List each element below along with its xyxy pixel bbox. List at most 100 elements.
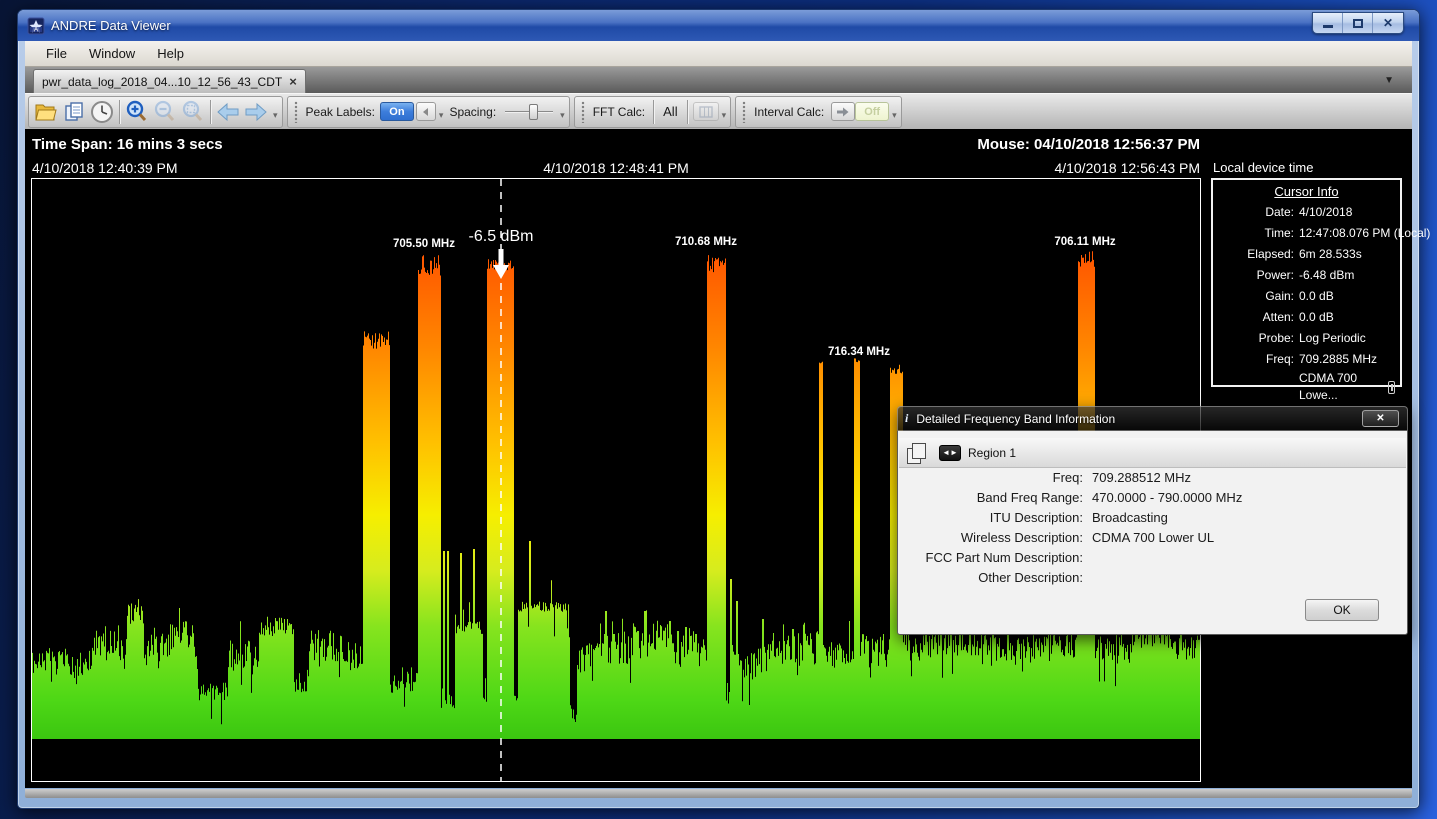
toolbar-overflow-icon[interactable]: ▾ bbox=[273, 111, 278, 120]
tab-pwr-data-log[interactable]: pwr_data_log_2018_04...10_12_56_43_CDT × bbox=[33, 69, 306, 93]
back-arrow-icon bbox=[215, 102, 241, 122]
copy-button[interactable] bbox=[60, 98, 88, 126]
window-title: ANDRE Data Viewer bbox=[51, 18, 171, 33]
cursor-info-row: Elapsed:6m 28.533s bbox=[1218, 244, 1395, 265]
dialog-row-label: ITU Description: bbox=[898, 508, 1083, 528]
peak-labels-cycle-button[interactable] bbox=[416, 102, 436, 121]
dialog-row: Other Description: bbox=[898, 568, 1407, 588]
info-icon: i bbox=[905, 411, 908, 426]
cursor-info-value: 0.0 dB bbox=[1299, 286, 1334, 307]
zoom-region-icon bbox=[181, 100, 205, 124]
close-icon: ✕ bbox=[1376, 413, 1384, 424]
cursor-info-row: Time:12:47:08.076 PM (Local) bbox=[1218, 223, 1395, 244]
toolbar-separator bbox=[210, 100, 211, 124]
toolbar-grip[interactable] bbox=[581, 101, 585, 123]
maximize-icon bbox=[1353, 19, 1363, 28]
minimize-icon bbox=[1323, 25, 1333, 28]
cursor-power-label: -6.5 dBm bbox=[469, 228, 534, 245]
tab-close-icon[interactable]: × bbox=[289, 74, 297, 89]
interval-calc-label: Interval Calc: bbox=[754, 105, 824, 119]
timestamp-center: 4/10/2018 12:48:41 PM bbox=[471, 160, 761, 176]
tab-strip: pwr_data_log_2018_04...10_12_56_43_CDT ×… bbox=[25, 67, 1412, 93]
cursor-info-panel: Cursor Info Date:4/10/2018 Time:12:47:08… bbox=[1211, 178, 1402, 387]
dialog-title-bar[interactable]: i Detailed Frequency Band Information ✕ bbox=[897, 406, 1408, 431]
interval-calc-toggle[interactable]: Off bbox=[855, 102, 889, 121]
toolbar-overflow-icon[interactable]: ▾ bbox=[892, 111, 897, 120]
maximize-button[interactable] bbox=[1343, 13, 1373, 33]
menu-help[interactable]: Help bbox=[146, 43, 195, 64]
cursor-info-value: 709.2885 MHz bbox=[1299, 349, 1377, 370]
back-button[interactable] bbox=[214, 98, 242, 126]
menu-file[interactable]: File bbox=[35, 43, 78, 64]
timestamp-start: 4/10/2018 12:40:39 PM bbox=[32, 160, 178, 176]
toolbar-group-peak-labels: Peak Labels: On ▾ Spacing: ▾ bbox=[287, 96, 570, 128]
spacing-label: Spacing: bbox=[449, 105, 496, 119]
close-button[interactable]: ✕ bbox=[1373, 13, 1403, 33]
svg-text:A: A bbox=[34, 26, 39, 33]
interval-run-button[interactable] bbox=[831, 102, 855, 121]
zoom-out-icon bbox=[153, 100, 177, 124]
dialog-close-button[interactable]: ✕ bbox=[1362, 410, 1399, 427]
toolbar-group-file-nav: ▾ bbox=[28, 96, 283, 128]
dialog-row-label: Other Description: bbox=[898, 568, 1083, 588]
dialog-row-label: Freq: bbox=[898, 468, 1083, 488]
toolbar-separator bbox=[119, 100, 120, 124]
cursor-info-row: Gain:0.0 dB bbox=[1218, 286, 1395, 307]
left-arrow-icon bbox=[422, 108, 430, 116]
dialog-row-value: 470.0000 - 790.0000 MHz bbox=[1092, 488, 1242, 508]
band-name-text: CDMA 700 Lowe... bbox=[1299, 370, 1380, 404]
cursor-info-value: 0.0 dB bbox=[1299, 307, 1334, 328]
tab-label: pwr_data_log_2018_04...10_12_56_43_CDT bbox=[42, 75, 282, 89]
toolbar-group-interval-calc: Interval Calc: Off ▾ bbox=[735, 96, 902, 128]
open-file-button[interactable] bbox=[32, 98, 60, 126]
timestamp-end: 4/10/2018 12:56:43 PM bbox=[955, 160, 1200, 176]
cursor-info-value: -6.48 dBm bbox=[1299, 265, 1354, 286]
zoom-in-button[interactable] bbox=[123, 98, 151, 126]
time-button[interactable] bbox=[88, 98, 116, 126]
cursor-info-row: Power:-6.48 dBm bbox=[1218, 265, 1395, 286]
menu-window[interactable]: Window bbox=[78, 43, 146, 64]
tab-list-dropdown-icon[interactable]: ▼ bbox=[1384, 75, 1394, 86]
mouse-time-text: Mouse: 04/10/2018 12:56:37 PM bbox=[955, 136, 1200, 153]
zoom-in-icon bbox=[125, 100, 149, 124]
minimize-button[interactable] bbox=[1313, 13, 1343, 33]
dialog-row: FCC Part Num Description: bbox=[898, 548, 1407, 568]
clock-icon bbox=[90, 100, 114, 124]
band-info-icon[interactable] bbox=[1388, 381, 1395, 394]
copy-icon bbox=[63, 101, 85, 123]
dialog-row: Freq:709.288512 MHz bbox=[898, 468, 1407, 488]
toolbar-overflow-icon[interactable]: ▾ bbox=[439, 111, 444, 120]
peak-label: 716.34 MHz bbox=[828, 346, 890, 358]
spacing-slider[interactable] bbox=[505, 103, 553, 121]
peak-labels-label: Peak Labels: bbox=[306, 105, 375, 119]
dialog-row-value: CDMA 700 Lower UL bbox=[1092, 528, 1214, 548]
peak-labels-toggle[interactable]: On bbox=[380, 102, 414, 121]
spacing-slider-thumb[interactable] bbox=[529, 104, 538, 120]
window-controls: ✕ bbox=[1312, 12, 1404, 34]
toolbar-separator bbox=[687, 100, 688, 124]
pages-icon[interactable] bbox=[907, 443, 925, 463]
dialog-row: Band Freq Range: 470.0000 - 790.0000 MHz bbox=[898, 488, 1407, 508]
cursor-info-label: Atten: bbox=[1218, 307, 1294, 328]
fft-calc-value[interactable]: All bbox=[663, 104, 677, 119]
toolbar-grip[interactable] bbox=[742, 101, 746, 123]
right-arrow-icon bbox=[837, 107, 849, 117]
ok-button[interactable]: OK bbox=[1305, 599, 1379, 621]
title-bar[interactable]: A ANDRE Data Viewer bbox=[18, 10, 1419, 41]
cursor-info-row: Date:4/10/2018 bbox=[1218, 202, 1395, 223]
zoom-region-button[interactable] bbox=[179, 98, 207, 126]
toolbar-grip[interactable] bbox=[294, 101, 298, 123]
viewer-content: Time Span: 16 mins 3 secs Mouse: 04/10/2… bbox=[25, 129, 1412, 788]
dialog-row-label: Band Freq Range: bbox=[898, 488, 1083, 508]
cursor-info-row: Probe:Log Periodic bbox=[1218, 328, 1395, 349]
peak-label: 706.11 MHz bbox=[1054, 236, 1116, 248]
toolbar-overflow-icon[interactable]: ▾ bbox=[560, 111, 565, 120]
toolbar-overflow-icon[interactable]: ▾ bbox=[722, 111, 727, 120]
cursor-info-label: Freq: bbox=[1218, 349, 1294, 370]
swap-arrows-icon[interactable]: ◄► bbox=[939, 445, 961, 461]
fft-interval-button[interactable] bbox=[693, 102, 719, 121]
forward-button[interactable] bbox=[242, 98, 270, 126]
cursor-info-label: Time: bbox=[1218, 223, 1294, 244]
zoom-out-button[interactable] bbox=[151, 98, 179, 126]
folder-open-icon bbox=[34, 101, 58, 123]
